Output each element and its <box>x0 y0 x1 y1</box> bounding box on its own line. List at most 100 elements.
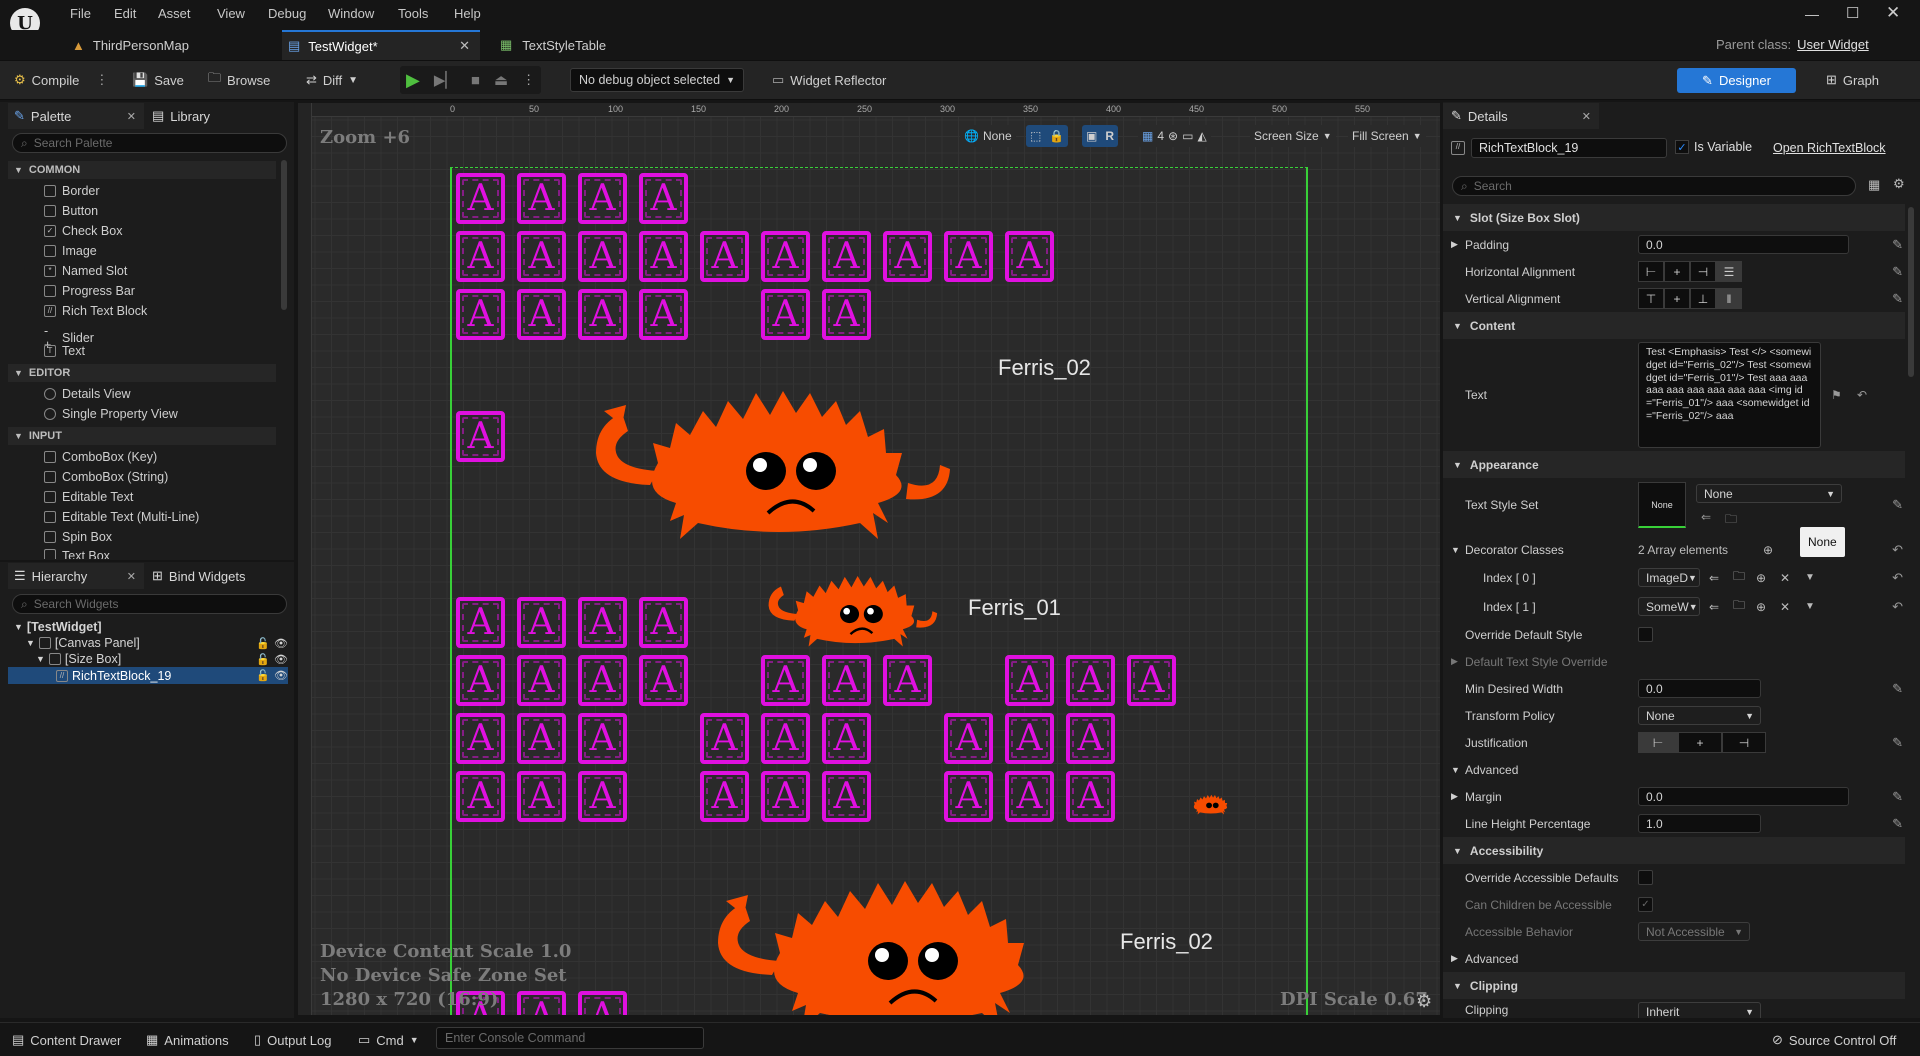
save-button[interactable]: 💾 Save <box>132 68 184 92</box>
min-desired-width-input[interactable]: 0.0 <box>1638 679 1761 698</box>
use-selected-icon[interactable]: ⇐ <box>1709 571 1719 585</box>
outline-toggle-button[interactable]: ⬚ 🔒 <box>1026 125 1069 147</box>
add-element-icon[interactable]: ⊕ <box>1756 600 1766 614</box>
category-editor[interactable]: ▼ EDITOR <box>8 364 276 382</box>
menu-debug[interactable]: Debug <box>268 6 306 21</box>
open-richtextblock-link[interactable]: Open RichTextBlock <box>1773 141 1886 155</box>
padding-input[interactable]: 0.0 <box>1638 235 1849 254</box>
tab-hierarchy[interactable]: ☰ Hierarchy ✕ <box>8 563 144 589</box>
justify-right-icon[interactable]: ⊣ <box>1722 732 1766 753</box>
chevron-right-icon[interactable]: ▶ <box>1451 953 1458 964</box>
palette-item-combobox-string[interactable]: ComboBox (String) <box>44 470 168 484</box>
close-tab-icon[interactable]: ✕ <box>127 570 136 583</box>
browse-asset-icon[interactable]: 🗀 <box>1733 596 1745 617</box>
tab-bind-widgets[interactable]: ⊞ Bind Widgets <box>152 563 246 589</box>
play-options-icon[interactable]: ⋮ <box>522 72 535 88</box>
content-drawer-button[interactable]: ▤ Content Drawer <box>12 1030 121 1050</box>
step-icon[interactable]: ▶▏ <box>434 71 457 89</box>
grid-snap-button[interactable]: ▦ 4 ⊛ ▭ ◭ <box>1138 125 1211 147</box>
text-style-dropdown[interactable]: None ▼ <box>1696 484 1842 503</box>
palette-item-details-view[interactable]: Details View <box>44 387 131 401</box>
tab-details[interactable]: ✎ Details ✕ <box>1443 103 1599 129</box>
lock-icon[interactable]: 🔓 <box>256 637 270 650</box>
menu-asset[interactable]: Asset <box>158 6 191 21</box>
palette-item-combobox-key[interactable]: ComboBox (Key) <box>44 450 157 464</box>
tree-item-size-box[interactable]: ▼ [Size Box] 🔓 👁 <box>36 652 288 666</box>
children-accessible-checkbox[interactable]: ✓ <box>1638 897 1653 912</box>
localization-flag-icon[interactable]: ⚑ <box>1831 388 1842 402</box>
play-icon[interactable]: ▶ <box>406 70 420 91</box>
minimize-icon[interactable]: — <box>1805 6 1819 22</box>
hierarchy-search-input[interactable]: ⌕ Search Widgets <box>12 594 287 614</box>
menu-tools[interactable]: Tools <box>398 6 428 21</box>
decorator-class-dropdown-0[interactable]: ImageD ▼ <box>1638 568 1700 587</box>
respect-locks-button[interactable]: ▣ R <box>1082 125 1119 147</box>
tab-testwidget[interactable]: ▤ TestWidget* ✕ <box>282 30 480 60</box>
add-element-icon[interactable]: ⊕ <box>1756 571 1766 585</box>
menu-help[interactable]: Help <box>454 6 481 21</box>
fill-screen-dropdown[interactable]: Fill Screen ▼ <box>1348 125 1426 147</box>
palette-item-check-box[interactable]: ✓ Check Box <box>44 224 122 238</box>
palette-item-text[interactable]: T Text <box>44 344 85 358</box>
use-selected-icon[interactable]: ⇐ <box>1701 510 1711 524</box>
screen-size-dropdown[interactable]: Screen Size ▼ <box>1250 125 1336 147</box>
close-tab-icon[interactable]: ✕ <box>1582 110 1591 123</box>
align-fill-vertical-icon[interactable]: ‖ <box>1716 288 1742 309</box>
parent-class-link[interactable]: User Widget <box>1797 37 1869 52</box>
align-right-icon[interactable]: ⊣ <box>1690 261 1716 282</box>
tab-library[interactable]: ▤ Library <box>152 103 210 129</box>
chevron-down-icon[interactable]: ▼ <box>1805 572 1815 583</box>
decorator-class-dropdown-1[interactable]: SomeW ▼ <box>1638 597 1700 616</box>
chevron-down-icon[interactable]: ▼ <box>1451 765 1460 775</box>
tree-item-richtextblock[interactable]: //RichTextBlock_19 🔓 👁 <box>8 667 288 684</box>
palette-item-progress-bar[interactable]: Progress Bar <box>44 284 135 298</box>
property-options-icon[interactable]: ✎ <box>1892 816 1903 832</box>
clear-icon[interactable]: ✕ <box>1780 600 1790 614</box>
chevron-down-icon[interactable]: ▼ <box>1805 601 1815 612</box>
gear-icon[interactable]: ⚙ <box>1893 176 1905 192</box>
clear-icon[interactable]: ✕ <box>1780 571 1790 585</box>
details-search-input[interactable]: ⌕ Search <box>1452 176 1856 196</box>
section-slot[interactable]: ▼ Slot (Size Box Slot) <box>1443 204 1905 231</box>
localize-preview-button[interactable]: 🌐 None <box>960 125 1016 147</box>
clipping-dropdown[interactable]: Inherit ▼ <box>1638 1002 1761 1018</box>
tab-textstyletable[interactable]: ▦ TextStyleTable <box>500 30 650 60</box>
palette-item-image[interactable]: Image <box>44 244 97 258</box>
override-default-style-checkbox[interactable] <box>1638 627 1653 642</box>
close-window-icon[interactable]: ✕ <box>1886 3 1900 23</box>
palette-item-editable-text-multiline[interactable]: Editable Text (Multi-Line) <box>44 510 199 524</box>
console-command-input[interactable]: Enter Console Command <box>436 1027 704 1049</box>
transform-policy-dropdown[interactable]: None ▼ <box>1638 706 1761 725</box>
eye-icon[interactable]: 👁 <box>274 669 288 682</box>
text-multiline-input[interactable]: Test <Emphasis> Test </> <somewidget id=… <box>1638 342 1821 448</box>
align-center-icon[interactable]: + <box>1664 261 1690 282</box>
debug-object-dropdown[interactable]: No debug object selected ▼ <box>570 68 744 92</box>
source-control-button[interactable]: ⊘ Source Control Off <box>1772 1030 1896 1050</box>
chevron-down-icon[interactable]: ▼ <box>1451 545 1460 555</box>
add-element-icon[interactable]: ⊕ <box>1763 543 1773 557</box>
close-tab-icon[interactable]: ✕ <box>459 38 470 54</box>
reset-arrow-icon[interactable]: ↶ <box>1892 599 1903 615</box>
palette-item-named-slot[interactable]: * Named Slot <box>44 264 127 278</box>
section-accessibility[interactable]: ▼ Accessibility <box>1443 837 1905 864</box>
line-height-input[interactable]: 1.0 <box>1638 814 1761 833</box>
lock-icon[interactable]: 🔓 <box>256 653 270 666</box>
menu-window[interactable]: Window <box>328 6 374 21</box>
palette-item-text-box[interactable]: Text Box <box>44 549 110 559</box>
accessible-behavior-dropdown[interactable]: Not Accessible ▼ <box>1638 922 1750 941</box>
chevron-right-icon[interactable]: ▶ <box>1451 656 1458 667</box>
eye-icon[interactable]: 👁 <box>274 653 288 666</box>
maximize-icon[interactable]: ☐ <box>1846 4 1859 22</box>
override-accessible-checkbox[interactable] <box>1638 870 1653 885</box>
menu-view[interactable]: View <box>217 6 245 21</box>
menu-file[interactable]: File <box>70 6 91 21</box>
align-bottom-icon[interactable]: ⊥ <box>1690 288 1716 309</box>
stop-icon[interactable]: ■ <box>471 72 480 89</box>
use-selected-icon[interactable]: ⇐ <box>1709 600 1719 614</box>
cmd-dropdown[interactable]: ▭ Cmd ▼ <box>358 1030 419 1050</box>
reset-arrow-icon[interactable]: ↶ <box>1857 388 1867 402</box>
close-tab-icon[interactable]: ✕ <box>127 110 136 123</box>
palette-search-input[interactable]: ⌕ Search Palette <box>12 133 287 153</box>
menu-edit[interactable]: Edit <box>114 6 136 21</box>
browse-button[interactable]: 🗀 Browse <box>208 68 270 92</box>
